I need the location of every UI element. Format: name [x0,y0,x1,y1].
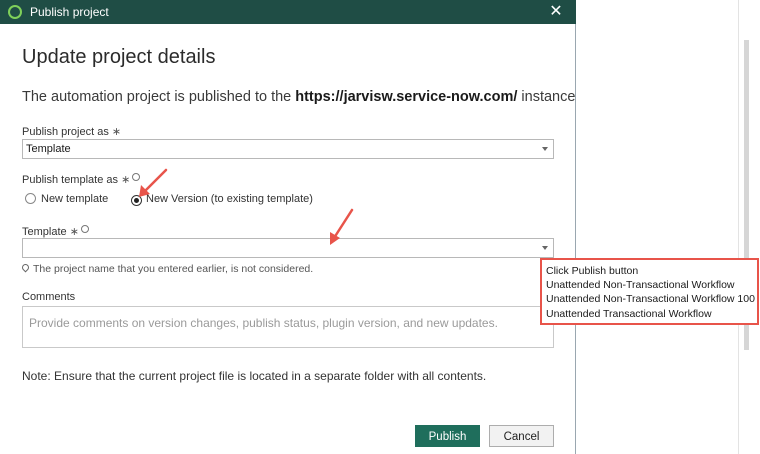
annotation-arrows [139,168,354,245]
annotation-callout: Click Publish button Unattended Non-Tran… [540,258,759,325]
callout-line: Unattended Non-Transactional Workflow [546,279,735,292]
annotation-arrow-template [330,208,354,245]
callout-line: Unattended Transactional Workflow [546,307,712,320]
annotation-arrow-radio [139,168,168,197]
callout-line: Unattended Non-Transactional Workflow 10… [546,293,755,306]
callout-line: Click Publish button [546,265,639,277]
